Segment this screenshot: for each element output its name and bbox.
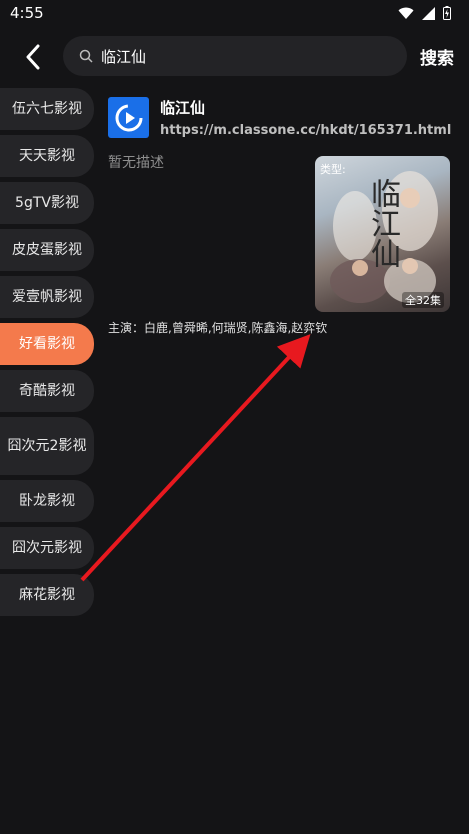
search-input[interactable] bbox=[101, 47, 381, 65]
search-button[interactable]: 搜索 bbox=[420, 44, 454, 69]
poster-type-label: 类型: bbox=[320, 163, 346, 176]
status-icons bbox=[398, 6, 451, 20]
poster-image[interactable]: 类型: 临江仙 全32集 bbox=[315, 156, 450, 312]
sidebar-item-source[interactable]: 囧次元2影视 bbox=[0, 417, 94, 475]
episode-count-badge: 全32集 bbox=[402, 292, 444, 308]
result-url[interactable]: https://m.classone.cc/hkdt/165371.html bbox=[160, 123, 451, 138]
search-icon bbox=[79, 49, 93, 63]
site-logo bbox=[108, 97, 149, 138]
result-title[interactable]: 临江仙 bbox=[160, 97, 205, 118]
source-sidebar: 伍六七影视 天天影视 5gTV影视 皮皮蛋影视 爱壹帆影视 好看影视 奇酷影视 … bbox=[0, 88, 96, 621]
status-time: 4:55 bbox=[10, 4, 44, 22]
sidebar-item-source[interactable]: 囧次元影视 bbox=[0, 527, 94, 569]
result-cast: 主演：白鹿,曾舜晞,何瑞贤,陈鑫海,赵弈钦 bbox=[108, 321, 328, 335]
status-bar: 4:55 bbox=[0, 0, 469, 26]
sidebar-item-source[interactable]: 麻花影视 bbox=[0, 574, 94, 616]
back-button[interactable] bbox=[18, 40, 48, 74]
battery-icon bbox=[443, 6, 451, 20]
sidebar-item-source[interactable]: 奇酷影视 bbox=[0, 370, 94, 412]
sidebar-item-source-active[interactable]: 好看影视 bbox=[0, 323, 94, 365]
play-logo-icon bbox=[115, 104, 142, 131]
sidebar-item-source[interactable]: 伍六七影视 bbox=[0, 88, 94, 130]
poster-title-text: 临江仙 bbox=[365, 178, 400, 268]
wifi-icon bbox=[398, 7, 414, 19]
sidebar-item-source[interactable]: 天天影视 bbox=[0, 135, 94, 177]
sidebar-item-source[interactable]: 5gTV影视 bbox=[0, 182, 94, 224]
header: 搜索 bbox=[0, 34, 469, 80]
sidebar-item-source[interactable]: 皮皮蛋影视 bbox=[0, 229, 94, 271]
chevron-left-icon bbox=[26, 44, 40, 70]
sidebar-item-source[interactable]: 爱壹帆影视 bbox=[0, 276, 94, 318]
search-box[interactable] bbox=[63, 36, 407, 76]
sidebar-item-source[interactable]: 卧龙影视 bbox=[0, 480, 94, 522]
result-description: 暂无描述 bbox=[108, 155, 164, 171]
signal-icon bbox=[422, 6, 435, 20]
